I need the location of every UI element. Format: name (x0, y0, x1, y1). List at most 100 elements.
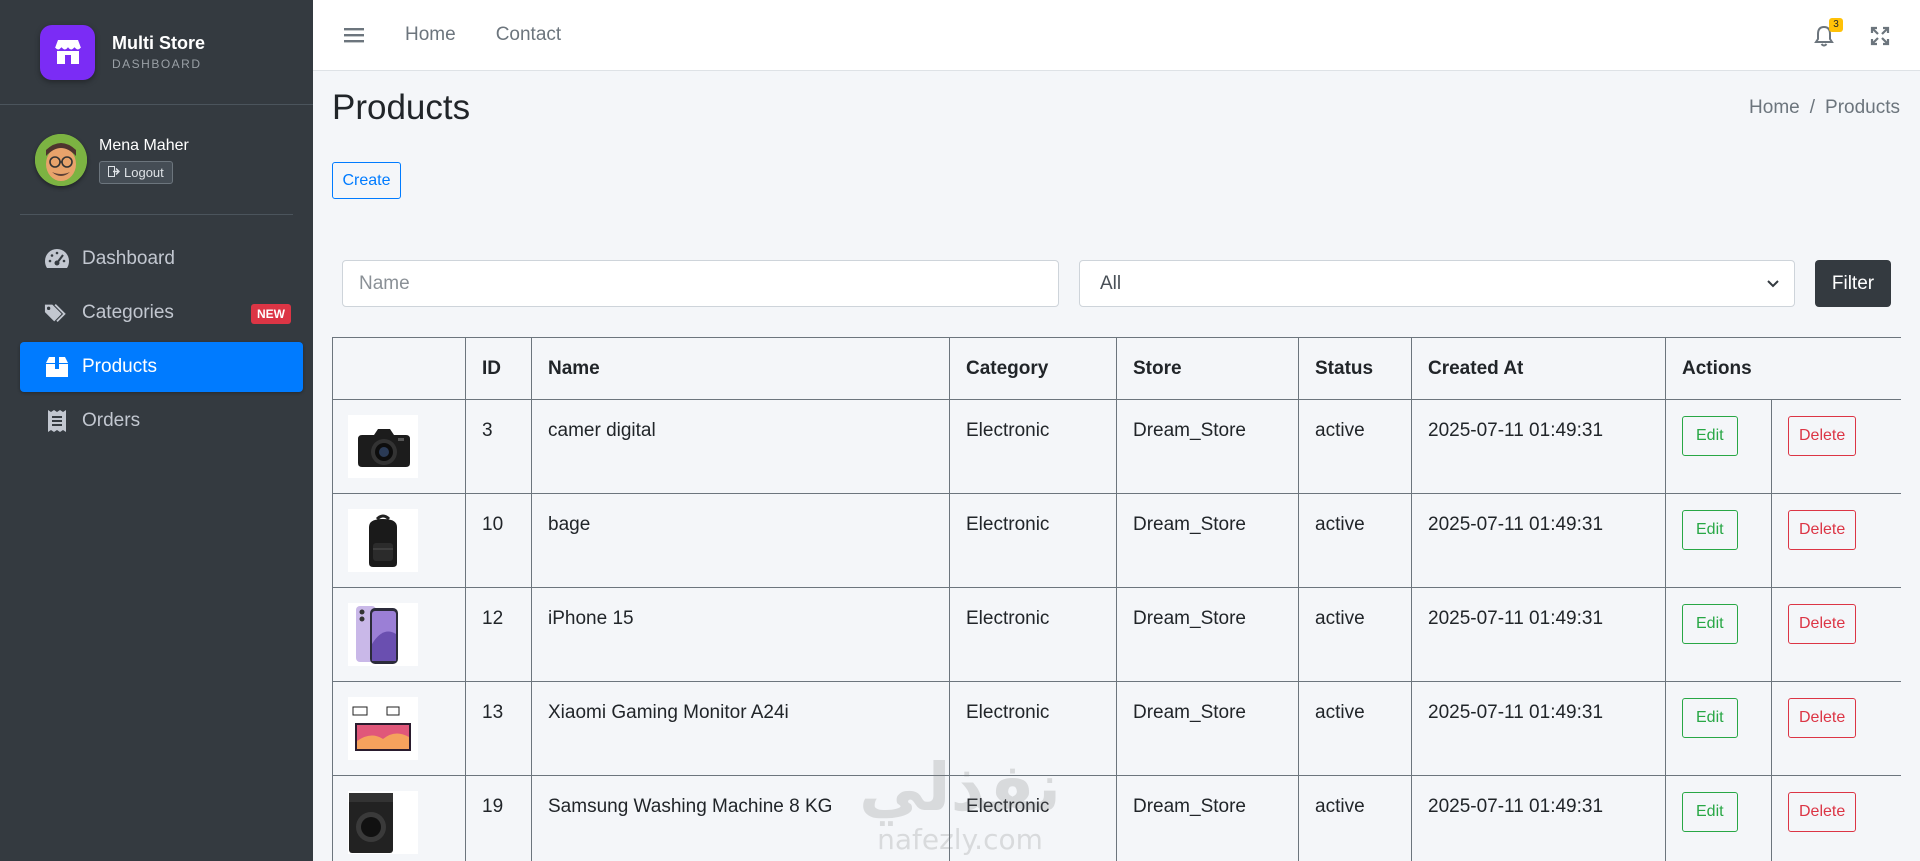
product-store: Dream_Store (1116, 399, 1299, 494)
sidebar: Multi Store DASHBOARD Mena Maher Logout (0, 0, 313, 861)
header-image (332, 337, 466, 400)
box-icon (44, 354, 70, 380)
delete-button[interactable]: Delete (1788, 698, 1857, 738)
product-id: 19 (465, 775, 532, 861)
product-name: Samsung Washing Machine 8 KG (531, 775, 950, 861)
fullscreen-icon[interactable] (1867, 23, 1893, 49)
product-id: 12 (465, 587, 532, 682)
product-created-at: 2025-07-11 01:49:31 (1411, 681, 1666, 776)
products-table-container: ID Name Category Store Status Created At… (332, 337, 1901, 861)
edit-button[interactable]: Edit (1682, 416, 1738, 456)
nav-link-contact[interactable]: Contact (496, 24, 561, 46)
breadcrumb-current: Products (1825, 97, 1900, 118)
filter-button[interactable]: Filter (1815, 260, 1891, 307)
product-name: iPhone 15 (531, 587, 950, 682)
status-select[interactable]: All (1079, 260, 1795, 307)
chevron-down-icon (1766, 275, 1780, 299)
delete-cell: Delete (1771, 681, 1901, 776)
product-thumbnail-camera (348, 415, 418, 478)
edit-button[interactable]: Edit (1682, 698, 1738, 738)
delete-button[interactable]: Delete (1788, 604, 1857, 644)
sidebar-item-label: Products (82, 356, 157, 377)
product-id: 3 (465, 399, 532, 494)
top-navbar: Home Contact 3 (313, 0, 1920, 71)
edit-button[interactable]: Edit (1682, 792, 1738, 832)
product-status: active (1298, 493, 1412, 588)
product-created-at: 2025-07-11 01:49:31 (1411, 587, 1666, 682)
product-store: Dream_Store (1116, 681, 1299, 776)
sidebar-item-label: Dashboard (82, 248, 175, 269)
table-row: 10 bage Electronic Dream_Store active 20… (332, 493, 1901, 588)
header-status: Status (1298, 337, 1412, 400)
status-select-value: All (1100, 272, 1122, 294)
product-id: 10 (465, 493, 532, 588)
logout-button[interactable]: Logout (99, 160, 173, 184)
product-name: camer digital (531, 399, 950, 494)
user-name: Mena Maher (99, 136, 189, 154)
brand[interactable]: Multi Store DASHBOARD (0, 0, 313, 105)
product-store: Dream_Store (1116, 587, 1299, 682)
breadcrumb: Home / Products (1749, 97, 1900, 119)
tags-icon (44, 300, 70, 326)
table-header-row: ID Name Category Store Status Created At… (332, 337, 1901, 400)
table-row: 3 camer digital Electronic Dream_Store a… (332, 399, 1901, 494)
table-row: 13 Xiaomi Gaming Monitor A24i Electronic… (332, 681, 1901, 776)
product-created-at: 2025-07-11 01:49:31 (1411, 493, 1666, 588)
product-name: bage (531, 493, 950, 588)
delete-button[interactable]: Delete (1788, 510, 1857, 550)
table-row: 19 Samsung Washing Machine 8 KG Electron… (332, 775, 1901, 861)
name-filter-input[interactable] (342, 260, 1059, 307)
user-panel: Mena Maher Logout (20, 106, 293, 215)
sidebar-item-categories[interactable]: Categories NEW (20, 288, 303, 338)
delete-button[interactable]: Delete (1788, 792, 1857, 832)
store-icon (40, 24, 95, 80)
sidebar-item-dashboard[interactable]: Dashboard (20, 234, 303, 284)
product-created-at: 2025-07-11 01:49:31 (1411, 399, 1666, 494)
header-name: Name (531, 337, 950, 400)
sidebar-item-products[interactable]: Products (20, 342, 303, 392)
bell-icon[interactable]: 3 (1811, 17, 1843, 49)
delete-cell: Delete (1771, 587, 1901, 682)
receipt-icon (44, 408, 70, 434)
product-image-cell (332, 775, 466, 861)
product-status: active (1298, 775, 1412, 861)
breadcrumb-separator: / (1809, 97, 1816, 118)
page-title: Products (332, 88, 471, 127)
product-image-cell (332, 493, 466, 588)
breadcrumb-home[interactable]: Home (1749, 97, 1800, 119)
nav-link-home[interactable]: Home (405, 24, 456, 46)
edit-button[interactable]: Edit (1682, 510, 1738, 550)
avatar (35, 134, 87, 186)
delete-button[interactable]: Delete (1788, 416, 1857, 456)
hamburger-menu-icon[interactable] (343, 24, 365, 46)
product-category: Electronic (949, 775, 1117, 861)
edit-cell: Edit (1665, 399, 1772, 494)
header-category: Category (949, 337, 1117, 400)
product-status: active (1298, 587, 1412, 682)
edit-button[interactable]: Edit (1682, 604, 1738, 644)
sign-out-icon (108, 165, 120, 180)
brand-title: Multi Store (112, 33, 205, 53)
delete-cell: Delete (1771, 775, 1901, 861)
header-created-at: Created At (1411, 337, 1666, 400)
sidebar-item-orders[interactable]: Orders (20, 396, 303, 446)
product-thumbnail-phone (348, 603, 418, 666)
product-id: 13 (465, 681, 532, 776)
table-row: 12 iPhone 15 Electronic Dream_Store acti… (332, 587, 1901, 682)
product-category: Electronic (949, 399, 1117, 494)
header-id: ID (465, 337, 532, 400)
edit-cell: Edit (1665, 493, 1772, 588)
edit-cell: Edit (1665, 587, 1772, 682)
logout-label: Logout (124, 164, 164, 180)
product-image-cell (332, 399, 466, 494)
product-created-at: 2025-07-11 01:49:31 (1411, 775, 1666, 861)
create-button[interactable]: Create (332, 162, 401, 199)
brand-subtitle: DASHBOARD (112, 57, 202, 71)
delete-cell: Delete (1771, 399, 1901, 494)
product-category: Electronic (949, 493, 1117, 588)
product-thumbnail-backpack (348, 509, 418, 572)
sidebar-nav: Dashboard Categories NEW Products Orders (20, 234, 303, 450)
product-name: Xiaomi Gaming Monitor A24i (531, 681, 950, 776)
product-status: active (1298, 399, 1412, 494)
product-category: Electronic (949, 587, 1117, 682)
